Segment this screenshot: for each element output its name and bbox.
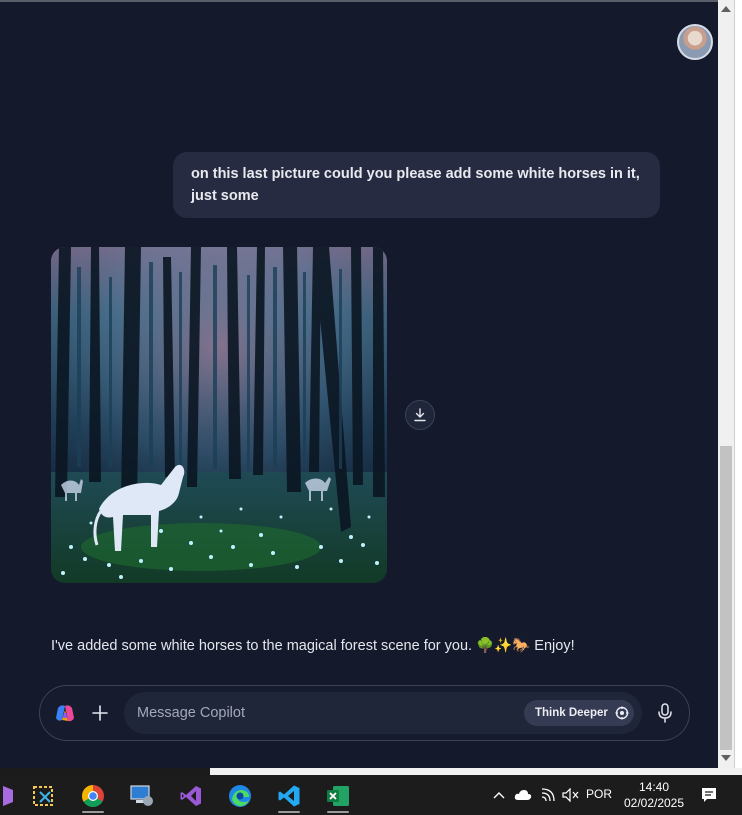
snipping-tool-icon <box>33 786 53 806</box>
taskbar-app-excel[interactable] <box>319 779 357 813</box>
cloud-icon <box>514 790 532 800</box>
chrome-icon <box>82 785 104 807</box>
user-message-text: on this last picture could you please ad… <box>191 166 640 204</box>
horizontal-scrollbar[interactable] <box>0 768 742 775</box>
taskbar-app-snip[interactable] <box>25 779 63 813</box>
visual-studio-partial-icon <box>3 786 13 806</box>
network-tray-button[interactable] <box>538 775 558 815</box>
clock-date: 02/02/2025 <box>623 796 685 810</box>
add-attachment-button[interactable] <box>89 702 111 724</box>
notifications-button[interactable] <box>698 775 720 815</box>
taskbar-clock[interactable]: 14:40 02/02/2025 <box>620 779 688 811</box>
windows-taskbar: POR 14:40 02/02/2025 <box>0 775 742 815</box>
active-app-indicator <box>278 811 300 813</box>
message-composer: Think Deeper <box>39 685 690 741</box>
scrollbar-thumb[interactable] <box>720 446 732 750</box>
taskbar-app-partial[interactable] <box>0 779 24 813</box>
horizontal-scrollbar-thumb[interactable] <box>0 768 210 775</box>
plus-icon <box>92 705 108 721</box>
taskbar-app-chrome[interactable] <box>74 779 112 813</box>
input-language-indicator[interactable]: POR <box>586 787 612 801</box>
show-hidden-icons-button[interactable] <box>490 775 508 815</box>
remote-desktop-icon <box>130 785 153 806</box>
copilot-logo-icon[interactable] <box>54 704 76 729</box>
download-image-button[interactable] <box>405 400 435 430</box>
forest-horses-illustration <box>51 247 387 583</box>
taskbar-app-vscode[interactable] <box>270 779 308 813</box>
vscode-icon <box>278 785 300 807</box>
taskbar-app-visual-studio[interactable] <box>172 779 210 813</box>
message-box: Think Deeper <box>124 692 642 734</box>
message-input[interactable] <box>137 702 517 724</box>
active-app-indicator <box>327 811 349 813</box>
wifi-icon <box>541 788 555 802</box>
notification-icon <box>702 788 716 802</box>
think-deeper-icon <box>615 706 629 720</box>
visual-studio-icon <box>180 786 201 806</box>
active-app-indicator <box>82 811 104 813</box>
volume-muted-icon <box>562 788 579 802</box>
excel-icon <box>327 786 349 806</box>
think-deeper-label: Think Deeper <box>535 707 608 719</box>
copilot-chat-window: on this last picture could you please ad… <box>0 0 718 768</box>
generated-forest-image[interactable] <box>51 247 387 583</box>
taskbar-app-edge[interactable] <box>221 779 259 813</box>
think-deeper-button[interactable]: Think Deeper <box>524 700 634 726</box>
window-edge <box>734 0 742 768</box>
microphone-icon <box>658 703 672 723</box>
scroll-up-arrow-icon[interactable] <box>721 6 731 12</box>
vertical-scrollbar[interactable] <box>718 0 734 768</box>
assistant-reply: I've added some white horses to the magi… <box>51 638 575 654</box>
taskbar-app-remote-desktop[interactable] <box>123 779 161 813</box>
download-icon <box>414 408 426 422</box>
clock-time: 14:40 <box>638 780 670 794</box>
user-message-bubble: on this last picture could you please ad… <box>173 152 660 218</box>
microphone-button[interactable] <box>653 701 677 725</box>
onedrive-tray-button[interactable] <box>512 775 534 815</box>
user-avatar[interactable] <box>677 24 713 60</box>
chevron-up-icon <box>493 792 505 799</box>
volume-tray-button[interactable] <box>560 775 582 815</box>
edge-icon <box>229 785 251 807</box>
scroll-down-arrow-icon[interactable] <box>721 755 731 761</box>
